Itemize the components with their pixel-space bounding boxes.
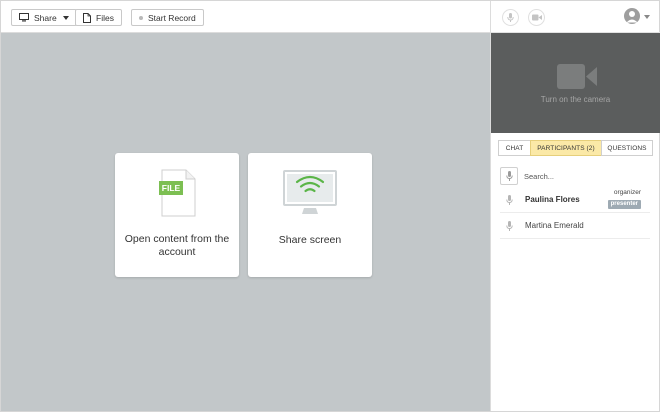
open-content-card[interactable]: FILE Open content from the account <box>115 153 239 277</box>
chevron-down-icon <box>62 15 69 20</box>
panel-top-bar <box>491 1 660 33</box>
mic-icon <box>507 13 514 22</box>
share-screen-icon <box>283 170 337 214</box>
files-button[interactable]: Files <box>75 9 122 26</box>
file-icon <box>83 12 91 23</box>
content-stage: FILE Open content from the account Share… <box>1 33 490 411</box>
share-button[interactable]: Share <box>11 9 77 26</box>
monitor-icon <box>19 13 29 22</box>
user-avatar-icon[interactable] <box>624 8 640 24</box>
participant-row[interactable]: Paulina Flores organizer presenter <box>500 187 650 213</box>
mute-all-button[interactable] <box>500 167 518 185</box>
record-dot-icon <box>139 15 143 20</box>
participant-search-row <box>500 167 650 185</box>
participant-row[interactable]: Martina Emerald <box>500 213 650 239</box>
presenter-badge: presenter <box>607 200 641 209</box>
mic-icon <box>506 221 513 231</box>
share-screen-label: Share screen <box>278 234 342 246</box>
tab-questions[interactable]: QUESTIONS <box>601 140 653 156</box>
microphone-toggle-button[interactable] <box>502 9 519 26</box>
mic-icon <box>506 195 513 205</box>
share-screen-card[interactable]: Share screen <box>248 153 372 277</box>
participant-search-input[interactable] <box>524 167 650 185</box>
video-camera-icon <box>557 64 597 89</box>
participant-name: Paulina Flores <box>525 195 580 204</box>
camera-toggle-button[interactable] <box>528 9 545 26</box>
mic-icon <box>505 171 513 181</box>
video-camera-icon <box>531 14 542 21</box>
tab-participants[interactable]: PARTICIPANTS (2) <box>530 140 602 156</box>
chevron-down-icon[interactable] <box>644 15 650 19</box>
open-content-label: Open content from the account <box>124 233 230 258</box>
camera-label: Turn on the camera <box>540 95 611 104</box>
right-panel: Turn on the camera CHAT PARTICIPANTS (2)… <box>490 1 660 411</box>
share-button-label: Share <box>34 12 57 23</box>
panel-tabs: CHAT PARTICIPANTS (2) QUESTIONS <box>498 140 653 156</box>
camera-preview[interactable]: Turn on the camera <box>491 33 660 133</box>
files-button-label: Files <box>96 12 114 23</box>
tab-chat[interactable]: CHAT <box>498 140 531 156</box>
start-record-label: Start Record <box>148 12 196 23</box>
start-record-button[interactable]: Start Record <box>131 9 204 26</box>
participant-role: organizer <box>613 189 641 196</box>
file-badge-text: FILE <box>161 183 181 193</box>
participant-name: Martina Emerald <box>525 221 584 230</box>
top-toolbar: Share Files Start Record <box>1 1 490 33</box>
